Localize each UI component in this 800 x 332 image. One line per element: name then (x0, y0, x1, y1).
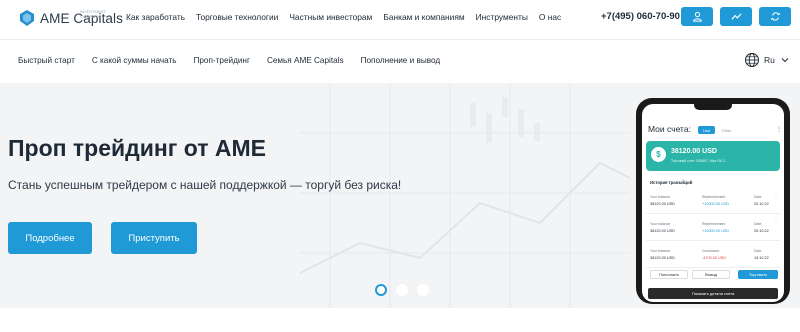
tx-amount: -4700.00 USD (702, 256, 727, 260)
tx-amount: +10000.00 USD (702, 229, 730, 233)
tx-balance-label: Your balance (650, 222, 671, 226)
tx-date: 20.10.22 (754, 229, 769, 233)
globe-icon (745, 53, 759, 67)
exchange-icon (770, 12, 780, 21)
start-button[interactable]: Приступить (111, 222, 197, 254)
phone-number[interactable]: +7(495) 060-70-90 (601, 11, 680, 22)
slider-dot-3[interactable] (417, 284, 429, 296)
tab-other[interactable]: Other (718, 126, 735, 134)
tx-date-label: Date (754, 249, 762, 253)
tx-date-label: Date (754, 195, 762, 199)
phone-notch (694, 104, 732, 110)
sub-nav: Быстрый старт С какой суммы начать Проп-… (0, 40, 800, 83)
withdraw-button[interactable]: Вывод (692, 270, 730, 279)
language-selector[interactable]: Ru (744, 52, 789, 68)
slider-dot-1[interactable] (375, 284, 387, 296)
user-icon (692, 11, 702, 22)
accounts-title: Мои счета: (648, 124, 691, 134)
more-vertical-icon[interactable]: ⋮ (774, 192, 778, 197)
hero-title: Проп трейдинг от AME (8, 135, 266, 161)
transaction-row: Your balance 38120.00 USD Replenishment … (646, 217, 780, 241)
logo-tagline: INVESTMENT COMPANY (80, 9, 106, 19)
hero-banner: Проп трейдинг от AME Стань успешным трей… (0, 83, 800, 308)
nav-about[interactable]: О нас (539, 12, 561, 22)
language-label: Ru (764, 55, 775, 65)
hero-subtitle: Стань успешным трейдером с нашей поддерж… (8, 178, 402, 192)
transaction-row: Your balance 38120.00 USD Conclusion -47… (646, 244, 780, 268)
more-vertical-icon[interactable]: ⋮ (776, 126, 782, 133)
account-balance: 38120.00 USD (671, 148, 717, 155)
account-button[interactable] (681, 7, 713, 26)
phone-mockup: Мои счета: Usd Other ⋮ $ 38120.00 USD То… (636, 98, 790, 304)
tx-date: 20.10.22 (754, 202, 769, 206)
tx-amount: +10000.00 USD (702, 202, 730, 206)
subnav-min-amount[interactable]: С какой суммы начать (92, 56, 177, 65)
dollar-icon: $ (651, 147, 666, 162)
nav-banks-companies[interactable]: Банкам и компаниям (383, 12, 464, 22)
tx-type-label: Conclusion (702, 249, 720, 253)
transaction-row: Your balance 38120.00 USD Replenishment … (646, 190, 780, 214)
history-edit-icon[interactable]: ✎ (682, 179, 686, 185)
tx-balance-value: 38120.00 USD (650, 229, 675, 233)
slider-dots (375, 284, 438, 296)
nav-private-investors[interactable]: Частным инвесторам (289, 12, 372, 22)
tx-date-label: Date (754, 222, 762, 226)
trade-button[interactable]: Торговать (738, 270, 778, 279)
more-vertical-icon[interactable]: ⋮ (774, 246, 778, 251)
show-details-button[interactable]: Показать детали счета (648, 288, 778, 299)
logo-icon (20, 10, 34, 26)
subnav-family[interactable]: Семья AME Capitals (267, 56, 344, 65)
tx-balance-value: 38120.00 USD (650, 202, 675, 206)
more-button[interactable]: Подробнее (8, 222, 92, 254)
tx-balance-value: 38120.00 USD (650, 256, 675, 260)
tx-balance-label: Your balance (650, 195, 671, 199)
nav-trading-tech[interactable]: Торговые технологии (196, 12, 278, 22)
tx-type-label: Replenishment (702, 222, 726, 226)
tab-usd[interactable]: Usd (698, 126, 715, 134)
more-vertical-icon[interactable]: ⋮ (774, 219, 778, 224)
deposit-button[interactable]: Пополнить (650, 270, 688, 279)
nav-how-to-earn[interactable]: Как заработать (126, 12, 185, 22)
tx-balance-label: Your balance (650, 249, 671, 253)
exchange-button[interactable] (759, 7, 791, 26)
tx-date: 19.10.22 (754, 256, 769, 260)
trading-button[interactable] (720, 7, 752, 26)
top-header: AME Capitals INVESTMENT COMPANY Как зара… (0, 0, 800, 40)
account-card: $ 38120.00 USD Торговый счет: 305897, Ma… (646, 141, 780, 171)
subnav-prop-trading[interactable]: Проп-трейдинг (193, 56, 249, 65)
subnav-quick-start[interactable]: Быстрый старт (18, 56, 75, 65)
chevron-down-icon (781, 58, 789, 63)
nav-tools[interactable]: Инструменты (476, 12, 528, 22)
subnav-deposit-withdraw[interactable]: Пополнение и вывод (361, 56, 441, 65)
tx-type-label: Replenishment (702, 195, 726, 199)
account-details: Торговый счет: 305897, Max RU 2 (671, 159, 726, 163)
slider-dot-2[interactable] (396, 284, 408, 296)
logo[interactable]: AME Capitals INVESTMENT COMPANY (18, 6, 123, 30)
phone-screen: Мои счета: Usd Other ⋮ $ 38120.00 USD То… (642, 104, 784, 302)
page-bottom-strip (0, 308, 800, 332)
main-nav: Как заработать Торговые технологии Частн… (126, 12, 572, 22)
chart-icon (730, 13, 742, 20)
